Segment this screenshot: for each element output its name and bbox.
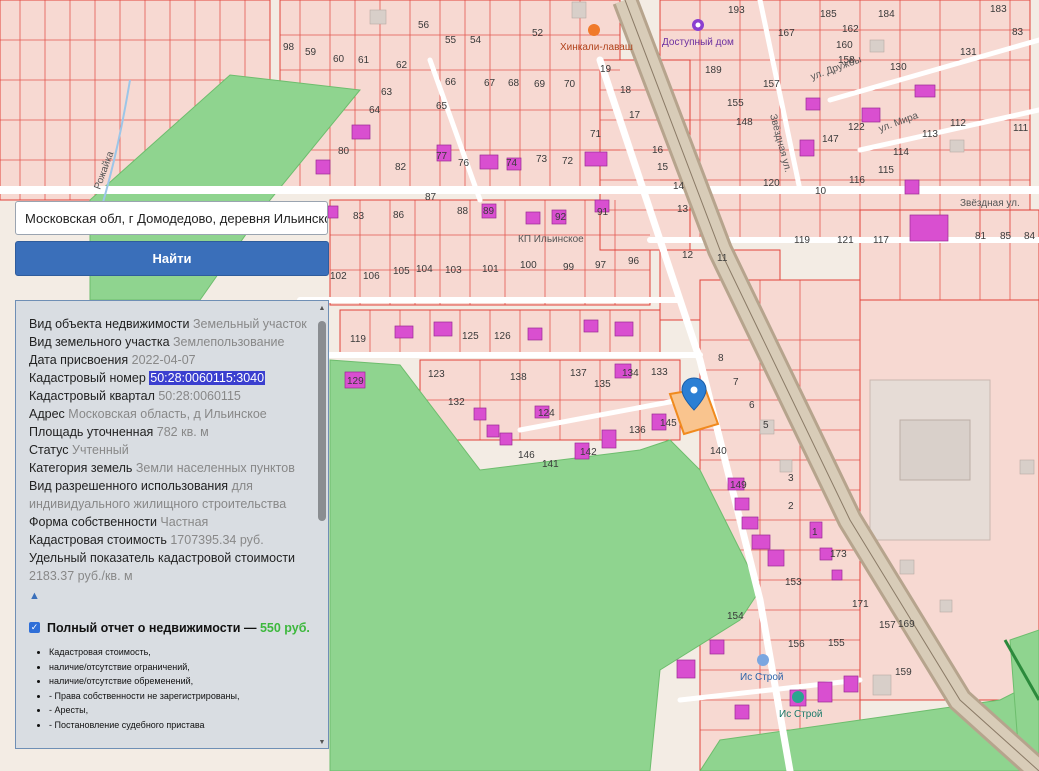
list-item: Кадастровая стоимость, (49, 645, 312, 660)
info-row-object-type: Вид объекта недвижимости Земельный участ… (29, 317, 307, 331)
scroll-down-icon[interactable]: ▼ (318, 739, 326, 746)
scroll-up-icon[interactable]: ▲ (318, 305, 326, 312)
info-row-cad-quarter: Кадастровый квартал 50:28:0060115 (29, 389, 241, 403)
report-checkbox[interactable]: ✓ (29, 622, 40, 633)
info-row-category: Категория земель Земли населенных пункто… (29, 461, 295, 475)
collapse-arrow-icon[interactable]: ▲ (29, 587, 312, 605)
info-row-cad-value: Кадастровая стоимость 1707395.34 руб. (29, 533, 264, 547)
info-row-specific-value: Удельный показатель кадастровой стоимост… (29, 551, 296, 583)
list-item: наличие/отсутствие ограничений, (49, 660, 312, 675)
info-row-land-type: Вид земельного участка Землепользование (29, 335, 285, 349)
panel-scrollbar[interactable]: ▲ ▼ (316, 303, 326, 746)
list-item: наличие/отсутствие обременений, (49, 674, 312, 689)
search-input[interactable]: Московская обл, г Домодедово, деревня Ил… (15, 201, 328, 235)
property-info-panel: Вид объекта недвижимости Земельный участ… (15, 300, 329, 749)
info-row-cad-number: Кадастровый номер 50:28:0060115:3040 (29, 371, 266, 385)
info-row-area: Площадь уточненная 782 кв. м (29, 425, 209, 439)
list-item: - Аресты, (49, 703, 312, 718)
info-row-permitted-use: Вид разрешенного использования для индив… (29, 479, 287, 511)
report-contents-list: Кадастровая стоимость, наличие/отсутстви… (29, 645, 312, 732)
property-info-content: Вид объекта недвижимости Земельный участ… (29, 315, 312, 732)
report-price: 550 руб. (259, 621, 310, 635)
info-row-address: Адрес Московская область, д Ильинское (29, 407, 267, 421)
full-report-option[interactable]: ✓ Полный отчет о недвижимости — 550 руб. (29, 619, 312, 637)
info-row-status: Статус Учтенный (29, 443, 129, 457)
scrollbar-thumb[interactable] (318, 321, 326, 521)
info-row-ownership: Форма собственности Частная (29, 515, 209, 529)
info-row-assign-date: Дата присвоения 2022-04-07 (29, 353, 196, 367)
cad-number-selected[interactable]: 50:28:0060115:3040 (149, 371, 266, 385)
find-button[interactable]: Найти (15, 241, 329, 276)
list-item: - Права собственности не зарегистрирован… (49, 689, 312, 704)
list-item: - Постановление судебного пристава (49, 718, 312, 733)
